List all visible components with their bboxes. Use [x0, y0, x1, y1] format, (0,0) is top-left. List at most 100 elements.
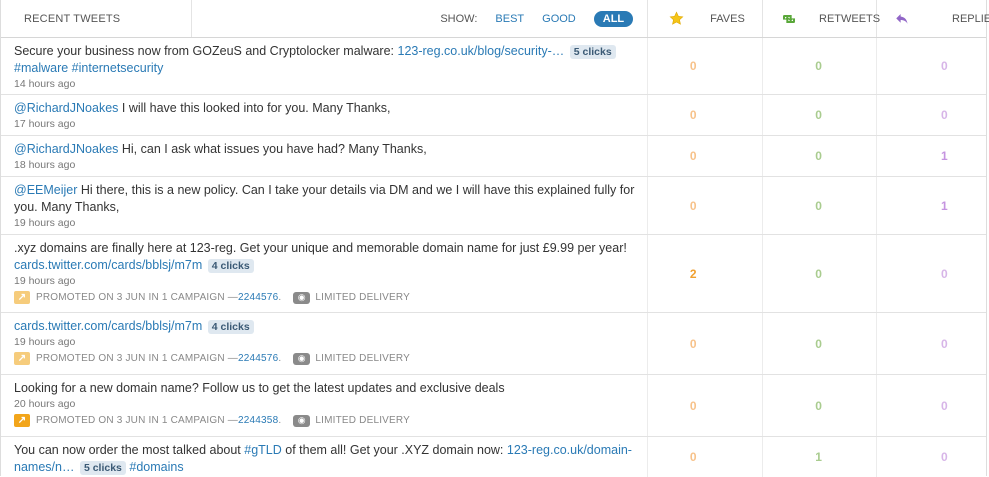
campaign-link[interactable]: 2244358: [238, 415, 278, 426]
tweet-link[interactable]: cards.twitter.com/cards/bblsj/m7m: [14, 319, 202, 333]
tweet-text: @EEMeijer Hi there, this is a new policy…: [14, 183, 635, 214]
replies-count: 0: [941, 59, 948, 73]
promoted-arrow-icon: ↗: [14, 352, 30, 365]
faves-label: FAVES: [710, 12, 745, 25]
faves-count: 0: [648, 95, 764, 135]
tweet-cell: @RichardJNoakes I will have this looked …: [1, 95, 649, 135]
header-title: RECENT TWEETS: [1, 0, 192, 37]
clicks-badge[interactable]: 4 clicks: [207, 259, 254, 273]
tweet-text: You can now order the most talked about …: [14, 443, 632, 475]
faves-count: 0: [648, 136, 764, 176]
filter-all[interactable]: ALL: [593, 10, 634, 27]
tweet-mention[interactable]: @EEMeijer: [14, 183, 77, 197]
tweet-time: 14 hours ago: [14, 78, 76, 90]
faves-count: 0: [648, 177, 764, 234]
retweets-count: 1: [763, 437, 878, 477]
filter-good[interactable]: GOOD: [542, 13, 576, 25]
retweets-count: 0: [763, 313, 878, 374]
promoted-info: ↗ PROMOTED ON 3 JUN IN 1 CAMPAIGN — 2244…: [14, 291, 639, 304]
tweet-link[interactable]: 123-reg.co.uk/blog/security-…: [398, 44, 565, 58]
delivery-status: LIMITED DELIVERY: [315, 415, 411, 426]
tweet-cell: cards.twitter.com/cards/bblsj/m7m 4 clic…: [1, 313, 649, 374]
promoted-arrow-icon: ↗: [14, 291, 30, 304]
faves-count: 0: [648, 375, 764, 436]
tweet-cell: Secure your business now from GOZeuS and…: [1, 38, 649, 94]
tweet-row[interactable]: Looking for a new domain name? Follow us…: [1, 375, 986, 437]
tweet-hashtags[interactable]: #domains: [129, 460, 183, 474]
tweet-cell: @EEMeijer Hi there, this is a new policy…: [1, 177, 649, 234]
delivery-status: LIMITED DELIVERY: [315, 292, 411, 303]
replies-count: 0: [941, 266, 948, 281]
clicks-badge[interactable]: 5 clicks: [79, 461, 126, 475]
filter-bar: SHOW: BEST GOOD ALL: [192, 0, 649, 37]
tweet-time: 19 hours ago: [14, 336, 76, 348]
replies-count: 0: [941, 336, 948, 351]
replies-count: 0: [941, 398, 948, 413]
clicks-badge[interactable]: 4 clicks: [207, 320, 254, 334]
tweet-time: 20 hours ago: [14, 398, 76, 410]
tweet-row[interactable]: Secure your business now from GOZeuS and…: [1, 38, 986, 95]
tweet-text: @RichardJNoakes I will have this looked …: [14, 101, 391, 115]
tweet-row[interactable]: You can now order the most talked about …: [1, 437, 986, 477]
promoted-arrow-icon: ↗: [14, 414, 30, 427]
tweet-mention[interactable]: @RichardJNoakes: [14, 142, 118, 156]
eye-icon: ◉: [293, 291, 311, 304]
replies-label: REPLIES: [952, 12, 989, 25]
tweet-cell: @RichardJNoakes Hi, can I ask what issue…: [1, 136, 649, 176]
retweets-count: 0: [763, 38, 878, 94]
retweet-icon: [781, 12, 797, 26]
tweet-text: @RichardJNoakes Hi, can I ask what issue…: [14, 142, 427, 156]
campaign-link[interactable]: 2244576: [238, 292, 278, 303]
tweet-text: cards.twitter.com/cards/bblsj/m7m 4 clic…: [14, 318, 639, 335]
tweet-text: Secure your business now from GOZeuS and…: [14, 43, 639, 77]
eye-icon: ◉: [293, 414, 311, 427]
faves-count: 0: [648, 313, 764, 374]
tweet-link[interactable]: cards.twitter.com/cards/bblsj/m7m: [14, 258, 202, 272]
tweet-time: 17 hours ago: [14, 118, 76, 130]
eye-icon: ◉: [293, 352, 311, 365]
replies-count: 1: [941, 149, 948, 163]
retweets-count: 0: [763, 95, 878, 135]
tweet-cell: You can now order the most talked about …: [1, 437, 649, 477]
tweet-text: .xyz domains are finally here at 123-reg…: [14, 241, 627, 273]
faves-count: 0: [648, 38, 764, 94]
retweets-count: 0: [763, 136, 878, 176]
reply-icon: [895, 12, 910, 26]
tweet-hashtag[interactable]: #gTLD: [244, 443, 282, 457]
replies-count: 0: [941, 108, 948, 122]
table-header: RECENT TWEETS SHOW: BEST GOOD ALL FAVES …: [1, 0, 989, 38]
replies-count: 1: [941, 198, 948, 213]
retweets-count: 0: [763, 375, 878, 436]
promoted-info: ↗ PROMOTED ON 3 JUN IN 1 CAMPAIGN — 2244…: [14, 414, 639, 427]
show-label: SHOW:: [440, 12, 478, 25]
column-replies[interactable]: REPLIES: [877, 0, 989, 37]
tweet-row[interactable]: cards.twitter.com/cards/bblsj/m7m 4 clic…: [1, 313, 986, 375]
column-retweets[interactable]: RETWEETS: [763, 0, 881, 37]
tweet-row[interactable]: @EEMeijer Hi there, this is a new policy…: [1, 177, 986, 235]
tweet-hashtags[interactable]: #malware #internetsecurity: [14, 61, 163, 75]
campaign-link[interactable]: 2244576: [238, 353, 278, 364]
tweet-row[interactable]: @RichardJNoakes I will have this looked …: [1, 95, 986, 136]
tweet-time: 18 hours ago: [14, 159, 76, 171]
tweet-time: 19 hours ago: [14, 275, 76, 287]
tweet-mention[interactable]: @RichardJNoakes: [14, 101, 118, 115]
filter-best[interactable]: BEST: [495, 13, 524, 25]
star-icon: [666, 11, 686, 26]
replies-count: 0: [941, 450, 948, 464]
faves-count: 2: [648, 235, 764, 312]
tweet-cell: .xyz domains are finally here at 123-reg…: [1, 235, 649, 312]
tweet-time: 19 hours ago: [14, 217, 76, 229]
retweets-count: 0: [763, 177, 878, 234]
tweet-row[interactable]: .xyz domains are finally here at 123-reg…: [1, 235, 986, 313]
tweet-row[interactable]: @RichardJNoakes Hi, can I ask what issue…: [1, 136, 986, 177]
column-faves[interactable]: FAVES: [648, 0, 763, 37]
recent-tweets-panel: RECENT TWEETS SHOW: BEST GOOD ALL FAVES …: [0, 0, 989, 477]
retweets-count: 0: [763, 235, 878, 312]
promoted-info: ↗ PROMOTED ON 3 JUN IN 1 CAMPAIGN — 2244…: [14, 352, 639, 365]
faves-count: 0: [648, 437, 764, 477]
retweets-label: RETWEETS: [819, 12, 881, 25]
delivery-status: LIMITED DELIVERY: [315, 353, 411, 364]
tweet-cell: Looking for a new domain name? Follow us…: [1, 375, 649, 436]
clicks-badge[interactable]: 5 clicks: [569, 45, 616, 59]
tweet-text: Looking for a new domain name? Follow us…: [14, 381, 505, 395]
